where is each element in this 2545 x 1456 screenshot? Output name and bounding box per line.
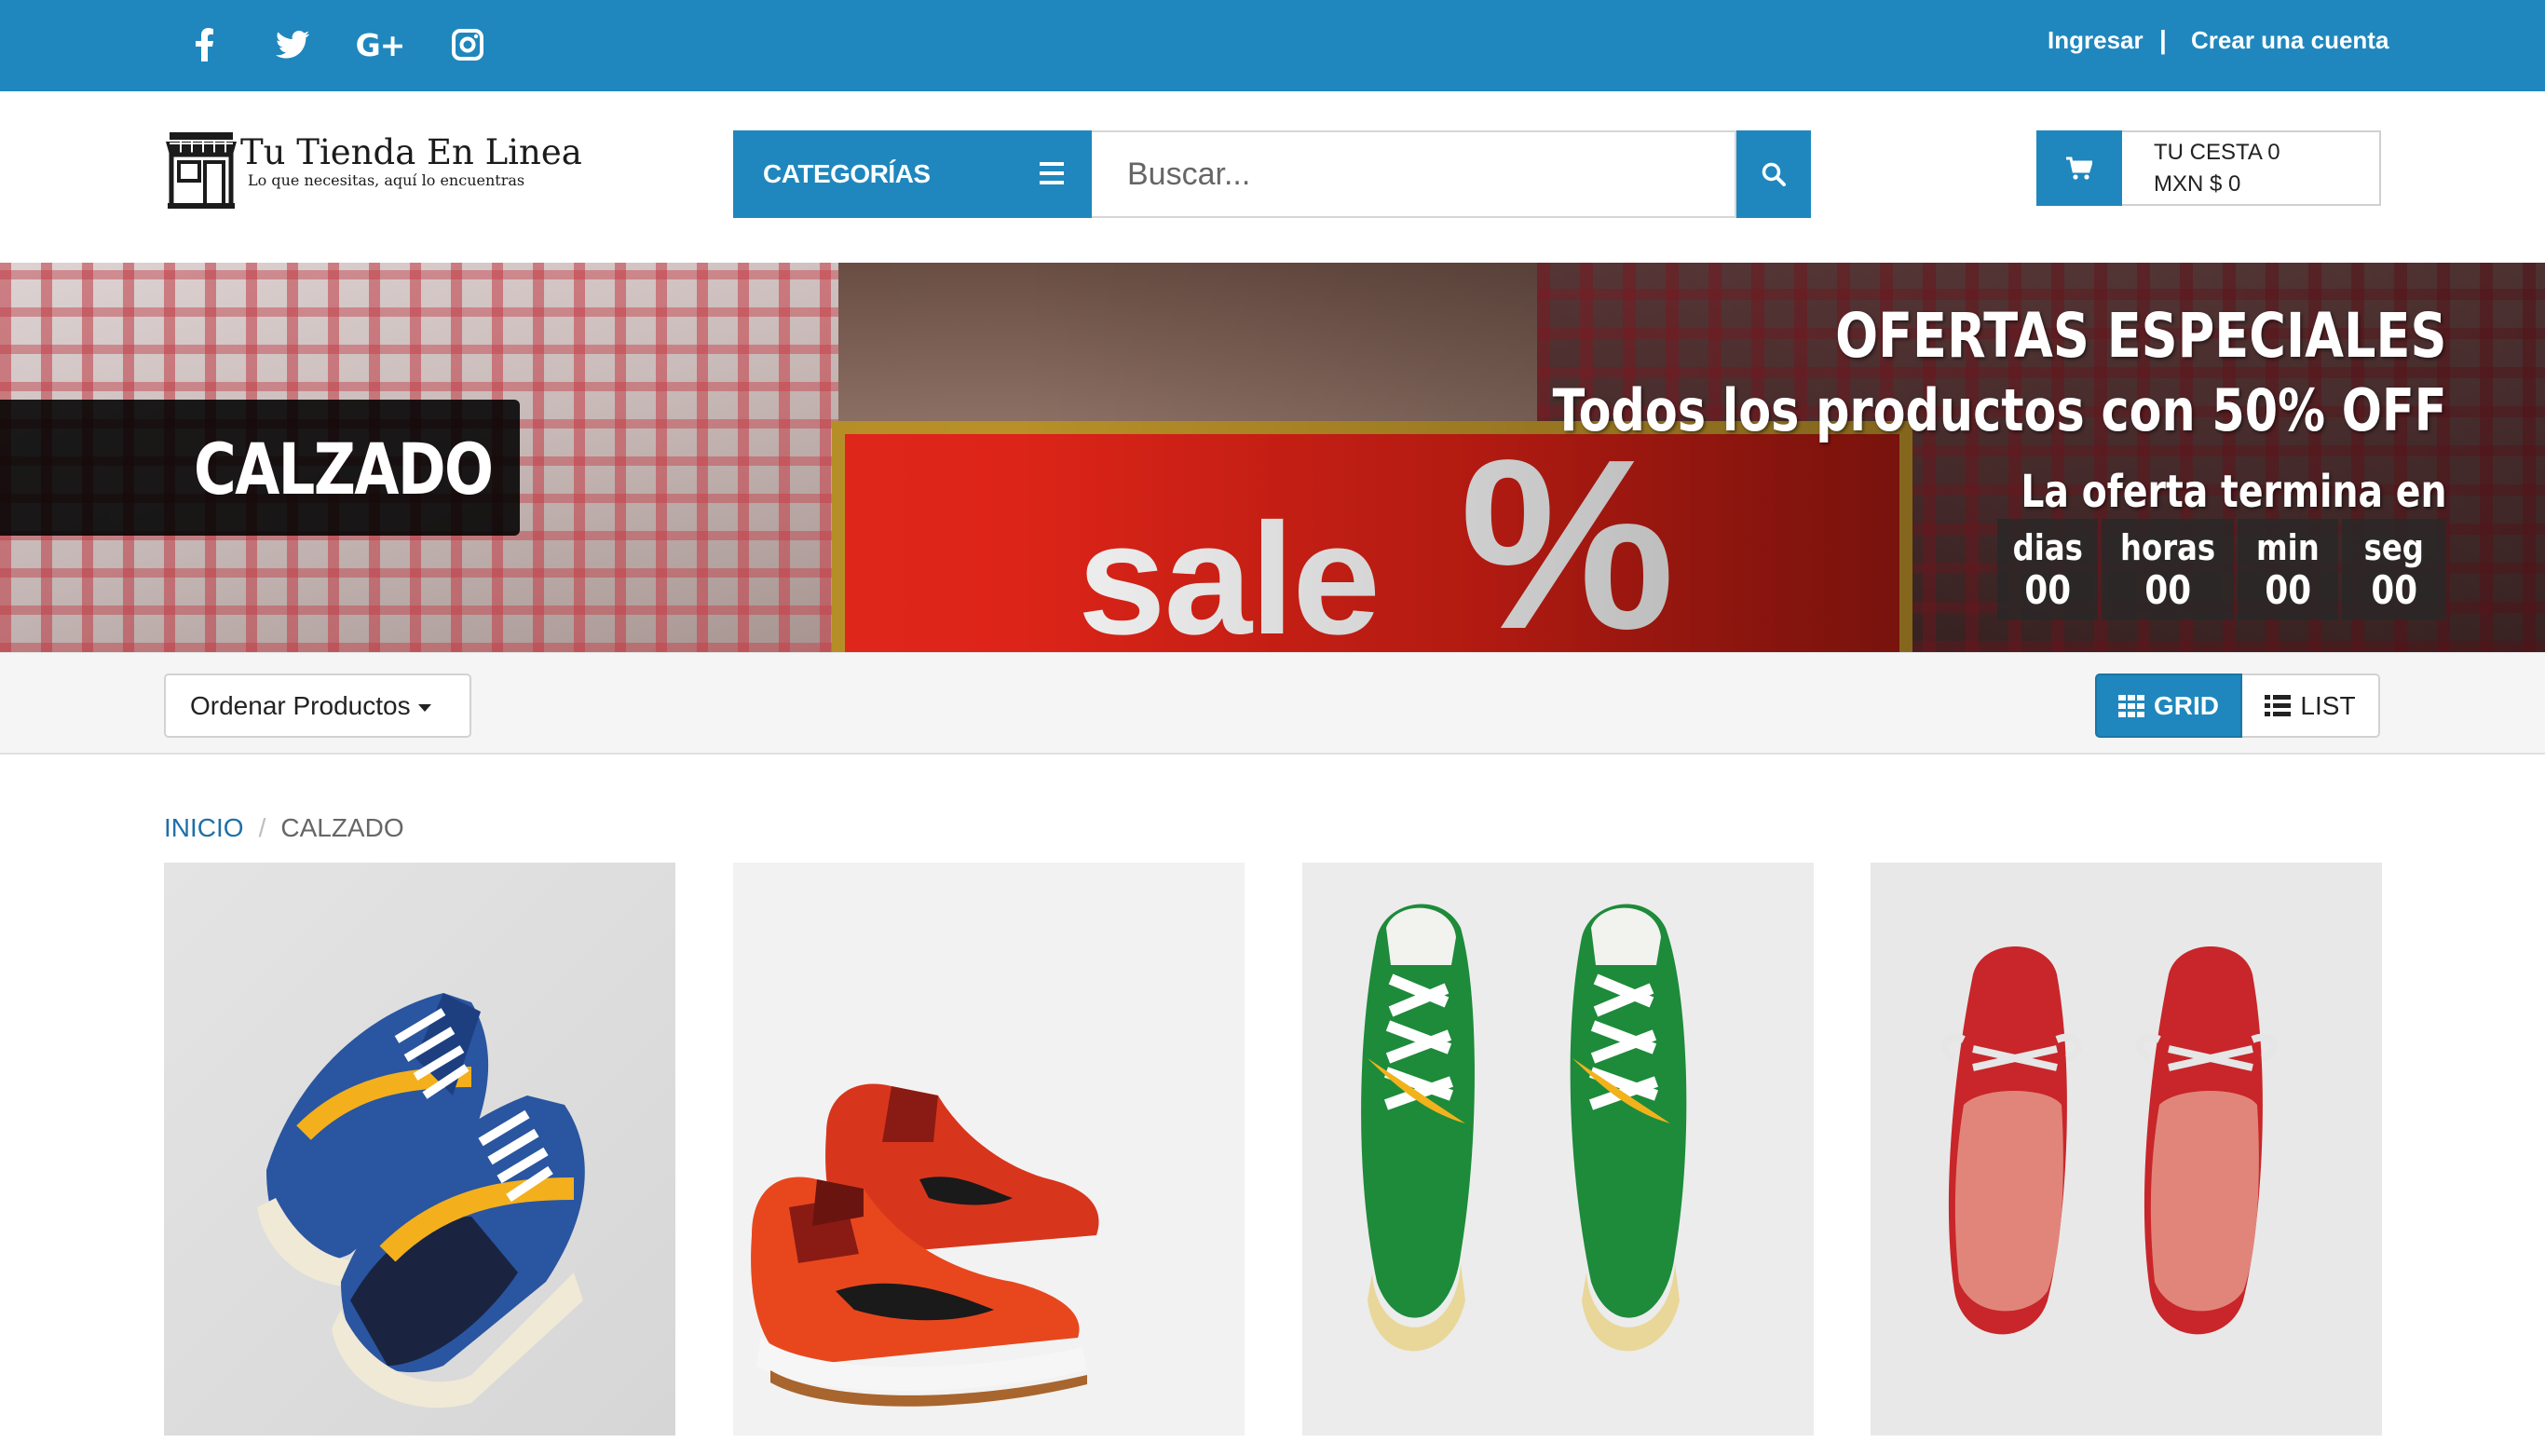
grid-label: GRID [2154, 690, 2219, 720]
countdown-value: 00 [2144, 567, 2191, 613]
cart-count: TU CESTA 0 [2154, 140, 2280, 165]
countdown-value: 00 [2024, 567, 2071, 613]
cart-widget[interactable]: TU CESTA 0 MXN $ 0 [2036, 130, 2381, 206]
breadcrumb: INICIO / CALZADO [164, 813, 404, 843]
register-link[interactable]: Crear una cuenta [2191, 26, 2388, 55]
sneaker-image [751, 1083, 1101, 1407]
breadcrumb-separator: / [258, 813, 266, 842]
category-banner-label: CALZADO [0, 400, 520, 536]
login-link[interactable]: Ingresar [2048, 26, 2144, 55]
sort-label: Ordenar Productos [190, 690, 411, 720]
countdown-timer: dias 00 horas 00 min 00 seg 00 [1997, 519, 2446, 619]
grid-icon [2118, 694, 2144, 717]
breadcrumb-home[interactable]: INICIO [164, 813, 244, 843]
categories-label: CATEGORÍAS [763, 159, 931, 188]
product-card-1[interactable] [164, 863, 675, 1436]
sort-dropdown[interactable]: Ordenar Productos [164, 674, 471, 738]
google-plus-icon[interactable]: G+ [354, 20, 406, 69]
list-view-button[interactable]: LIST [2242, 674, 2380, 738]
facebook-icon[interactable] [179, 20, 231, 69]
countdown-label: dias [2012, 527, 2083, 568]
countdown-label: horas [2119, 527, 2216, 568]
twitter-icon[interactable] [266, 20, 319, 69]
search-icon [1762, 162, 1786, 186]
offer-title: OFERTAS ESPECIALES [1834, 300, 2446, 372]
logo-title: Tu Tienda En Linea [240, 132, 582, 172]
countdown-hours: horas 00 [2102, 519, 2234, 619]
countdown-label: seg [2363, 527, 2425, 568]
sneaker-image [1361, 904, 1687, 1352]
breadcrumb-current: CALZADO [280, 813, 404, 842]
categories-button[interactable]: CATEGORÍAS [733, 130, 1092, 218]
cart-icon-box [2036, 130, 2122, 206]
countdown-days: dias 00 [1997, 519, 2098, 619]
boat-shoe-image [1940, 946, 2279, 1335]
product-card-3[interactable] [1302, 863, 1814, 1436]
store-logo[interactable]: Tu Tienda En Linea Lo que necesitas, aqu… [164, 127, 582, 209]
countdown-label: min [2256, 527, 2320, 568]
logo-subtitle: Lo que necesitas, aquí lo encuentras [248, 171, 525, 189]
product-card-4[interactable] [1871, 863, 2382, 1436]
countdown-seconds: seg 00 [2342, 519, 2446, 619]
product-toolbar: Ordenar Productos GRID LIST [0, 652, 2545, 755]
countdown-value: 00 [2371, 567, 2417, 613]
category-title: CALZADO [194, 428, 494, 510]
grid-view-button[interactable]: GRID [2095, 674, 2242, 738]
list-label: LIST [2300, 690, 2356, 720]
list-icon [2265, 694, 2292, 716]
product-card-2[interactable] [733, 863, 1245, 1436]
view-toggle: GRID LIST [2095, 674, 2380, 738]
top-bar: G+ Ingresar | Crear una cuenta [0, 0, 2545, 91]
offer-ends-label: La oferta termina en [2020, 466, 2446, 518]
caret-down-icon [417, 703, 431, 712]
instagram-icon[interactable] [442, 20, 494, 69]
sneaker-image [257, 993, 585, 1408]
countdown-value: 00 [2265, 567, 2311, 613]
auth-separator: | [2159, 25, 2167, 54]
offer-subtitle: Todos los productos con 50% OFF [1552, 376, 2446, 444]
search-input[interactable] [1092, 130, 1736, 218]
search-button[interactable] [1736, 130, 1811, 218]
cart-total: MXN $ 0 [2154, 171, 2241, 197]
menu-icon [1040, 162, 1064, 184]
countdown-minutes: min 00 [2238, 519, 2338, 619]
storefront-icon [166, 132, 237, 209]
cart-icon [2066, 156, 2092, 180]
